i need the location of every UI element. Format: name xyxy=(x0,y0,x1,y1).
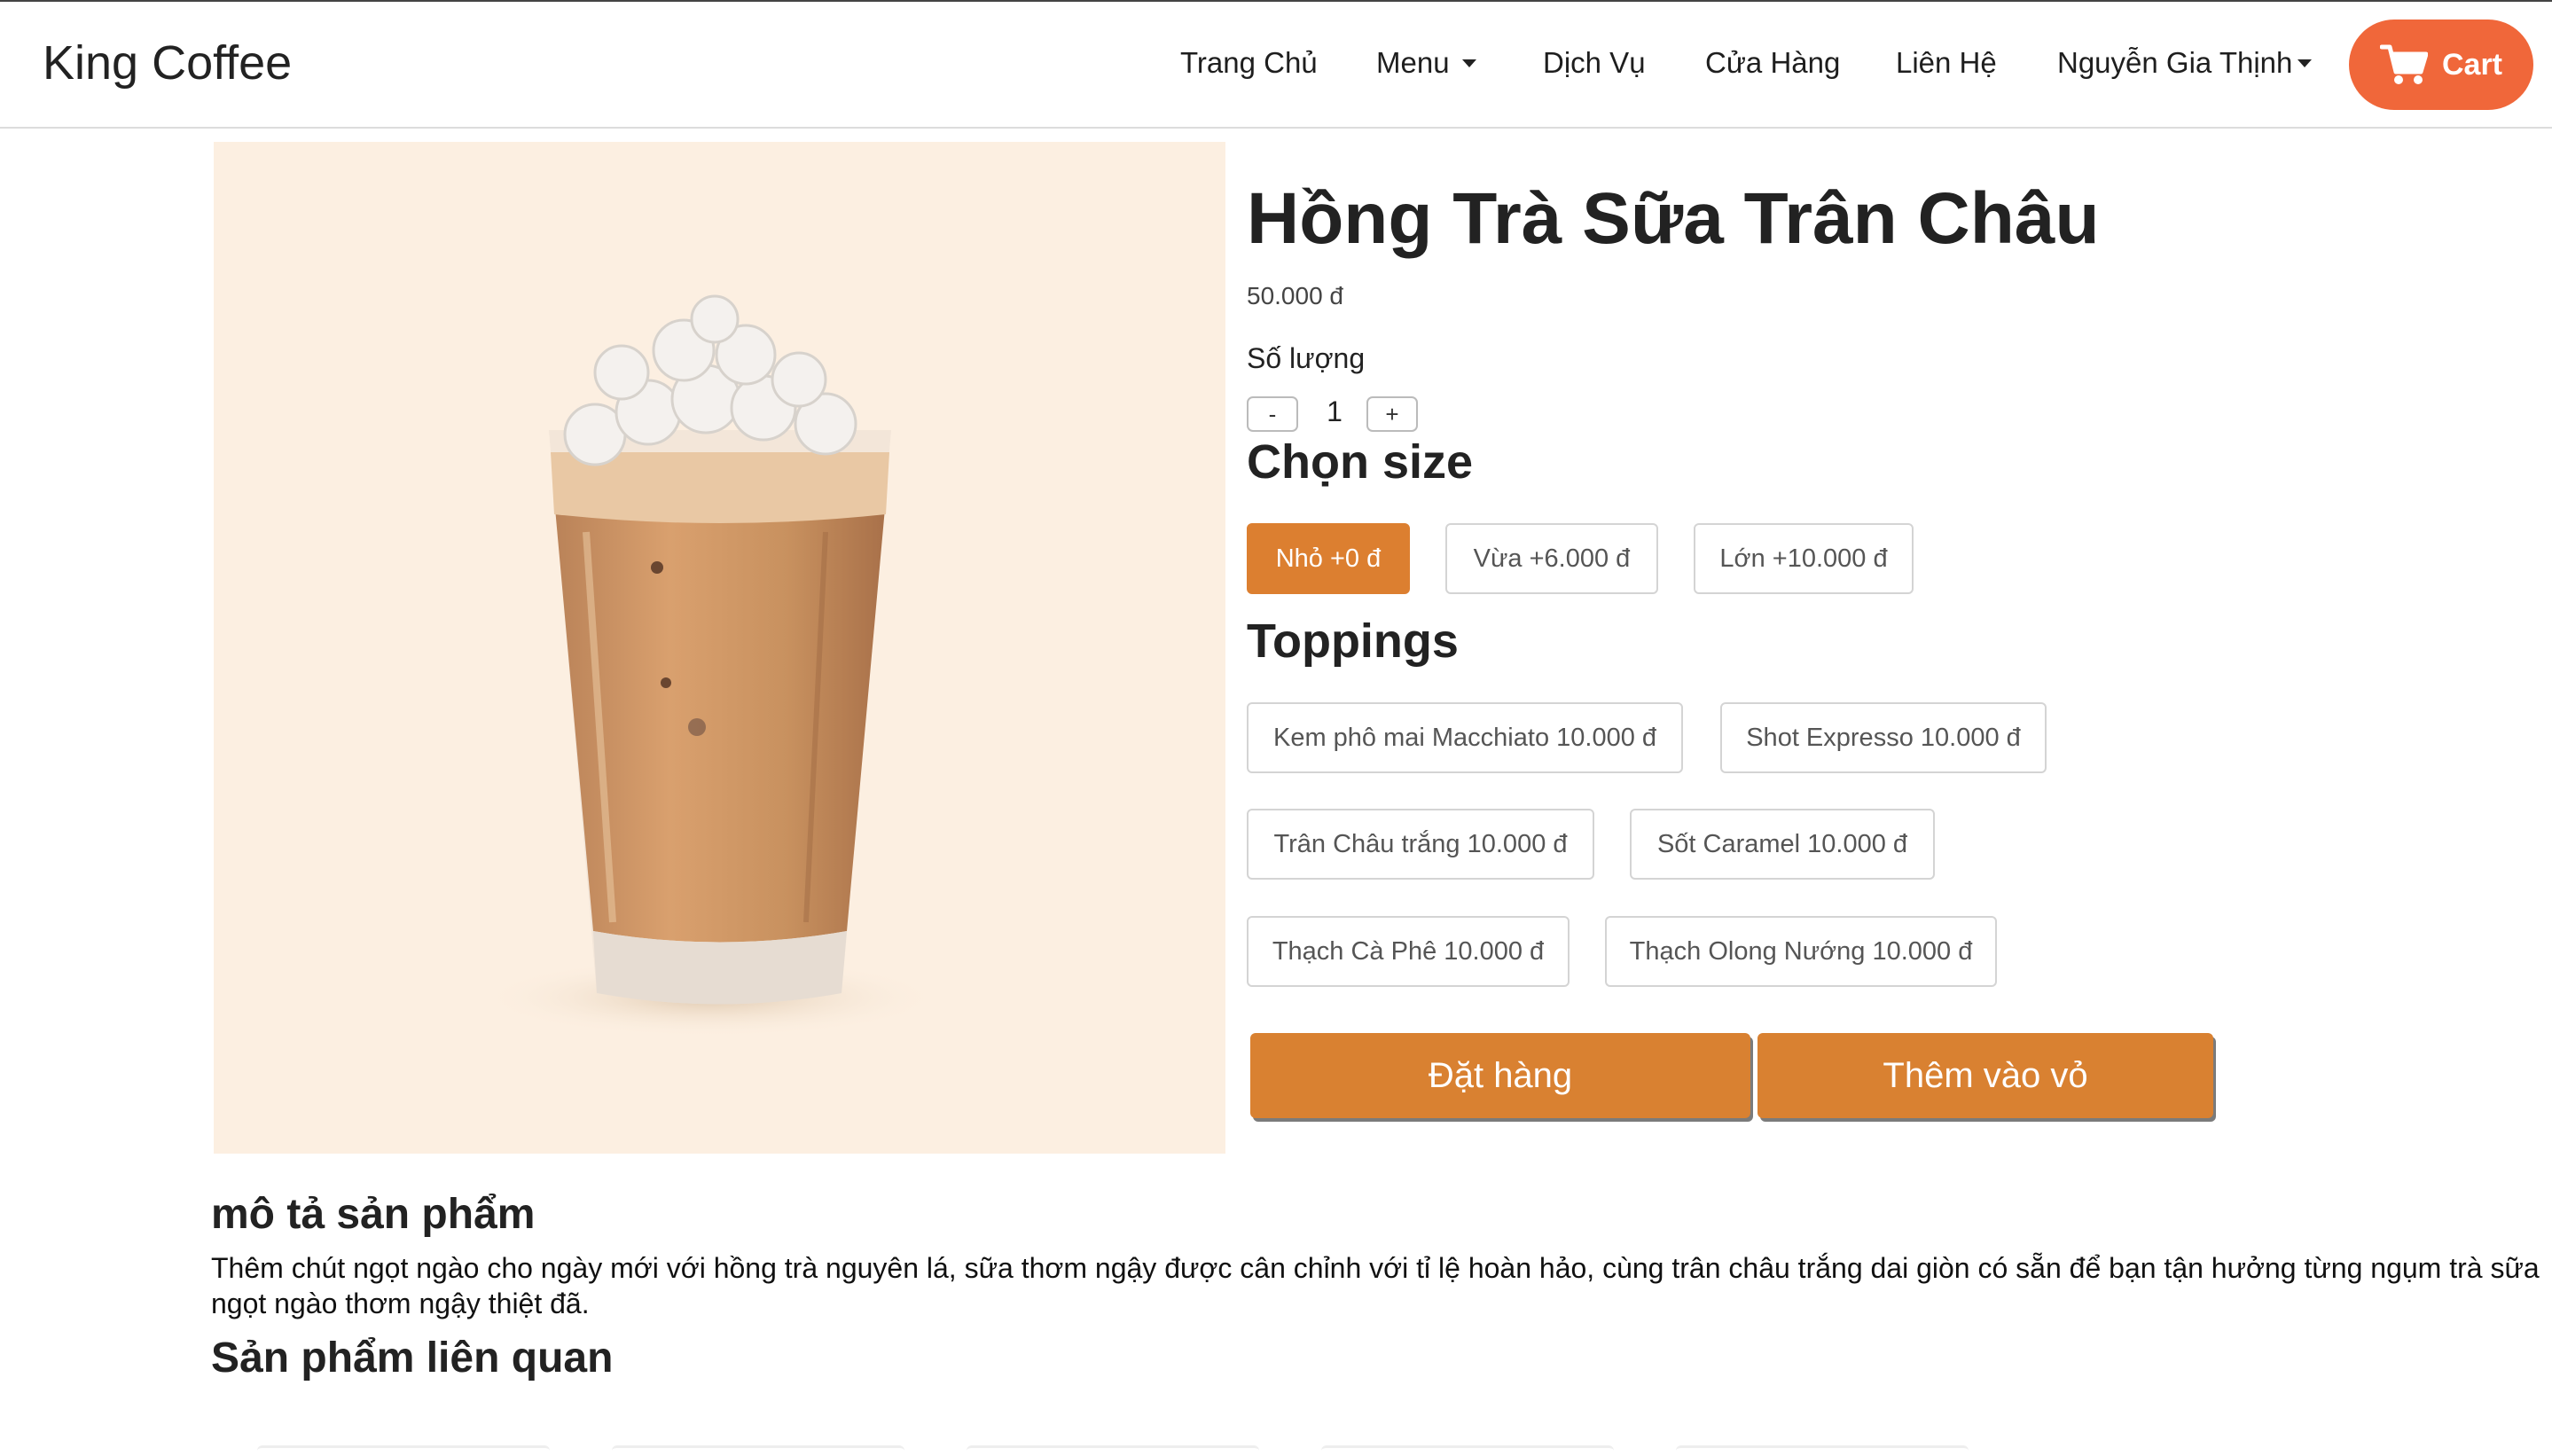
nav-menu-dropdown[interactable]: Menu xyxy=(1376,46,1476,80)
quantity-value[interactable]: 1 xyxy=(1321,395,1348,428)
topping-option[interactable]: Sốt Caramel 10.000 đ xyxy=(1630,809,1935,880)
topping-option[interactable]: Thạch Olong Nướng 10.000 đ xyxy=(1605,916,1997,987)
navbar: King Coffee Trang Chủ Menu Dịch Vụ Cửa H… xyxy=(0,0,2552,129)
topping-option[interactable]: Trân Châu trắng 10.000 đ xyxy=(1247,809,1594,880)
size-option-small[interactable]: Nhỏ +0 đ xyxy=(1247,523,1410,594)
related-product-card[interactable] xyxy=(1676,1445,1969,1456)
description-text: Thêm chút ngọt ngào cho ngày mới với hồn… xyxy=(211,1252,2540,1319)
cart-label: Cart xyxy=(2441,47,2503,82)
related-product-card[interactable] xyxy=(612,1445,904,1456)
size-option-medium[interactable]: Vừa +6.000 đ xyxy=(1445,523,1658,594)
shopping-cart-icon xyxy=(2379,44,2428,84)
topping-option[interactable]: Thạch Cà Phê 10.000 đ xyxy=(1247,916,1570,987)
user-name: Nguyễn Gia Thịnh xyxy=(2057,46,2293,79)
brand-logo[interactable]: King Coffee xyxy=(43,35,292,90)
nav-services[interactable]: Dịch Vụ xyxy=(1543,46,1646,80)
chevron-down-icon xyxy=(1461,59,1476,67)
size-heading: Chọn size xyxy=(1247,435,1474,489)
toppings-heading: Toppings xyxy=(1247,614,1459,668)
user-menu-dropdown[interactable]: Nguyễn Gia Thịnh xyxy=(2057,46,2313,80)
quantity-label: Số lượng xyxy=(1247,342,1366,374)
nav-home[interactable]: Trang Chủ xyxy=(1180,46,1318,80)
add-to-cart-button[interactable]: Thêm vào vỏ xyxy=(1757,1033,2213,1118)
nav-stores[interactable]: Cửa Hàng xyxy=(1705,46,1840,80)
cart-button[interactable]: Cart xyxy=(2349,20,2533,110)
topping-option[interactable]: Shot Expresso 10.000 đ xyxy=(1720,702,2047,773)
related-product-card[interactable] xyxy=(967,1445,1259,1456)
product-price: 50.000 đ xyxy=(1247,282,1343,309)
topping-option[interactable]: Kem phô mai Macchiato 10.000 đ xyxy=(1247,702,1683,773)
related-products-heading: Sản phẩm liên quan xyxy=(211,1335,614,1382)
chevron-down-icon xyxy=(2298,59,2313,67)
quantity-increment-button[interactable]: + xyxy=(1366,396,1418,432)
related-product-card[interactable] xyxy=(1321,1445,1614,1456)
product-image xyxy=(214,142,1225,1154)
related-product-card[interactable] xyxy=(257,1445,550,1456)
size-option-large[interactable]: Lớn +10.000 đ xyxy=(1694,523,1914,594)
iced-milk-tea-image xyxy=(480,294,941,1037)
nav-menu-label: Menu xyxy=(1376,46,1450,79)
description-heading: mô tả sản phẩm xyxy=(211,1191,536,1238)
product-title: Hồng Trà Sữa Trân Châu xyxy=(1247,178,2100,259)
order-button[interactable]: Đặt hàng xyxy=(1250,1033,1750,1118)
nav-contact[interactable]: Liên Hệ xyxy=(1896,46,1997,80)
quantity-decrement-button[interactable]: - xyxy=(1247,396,1298,432)
